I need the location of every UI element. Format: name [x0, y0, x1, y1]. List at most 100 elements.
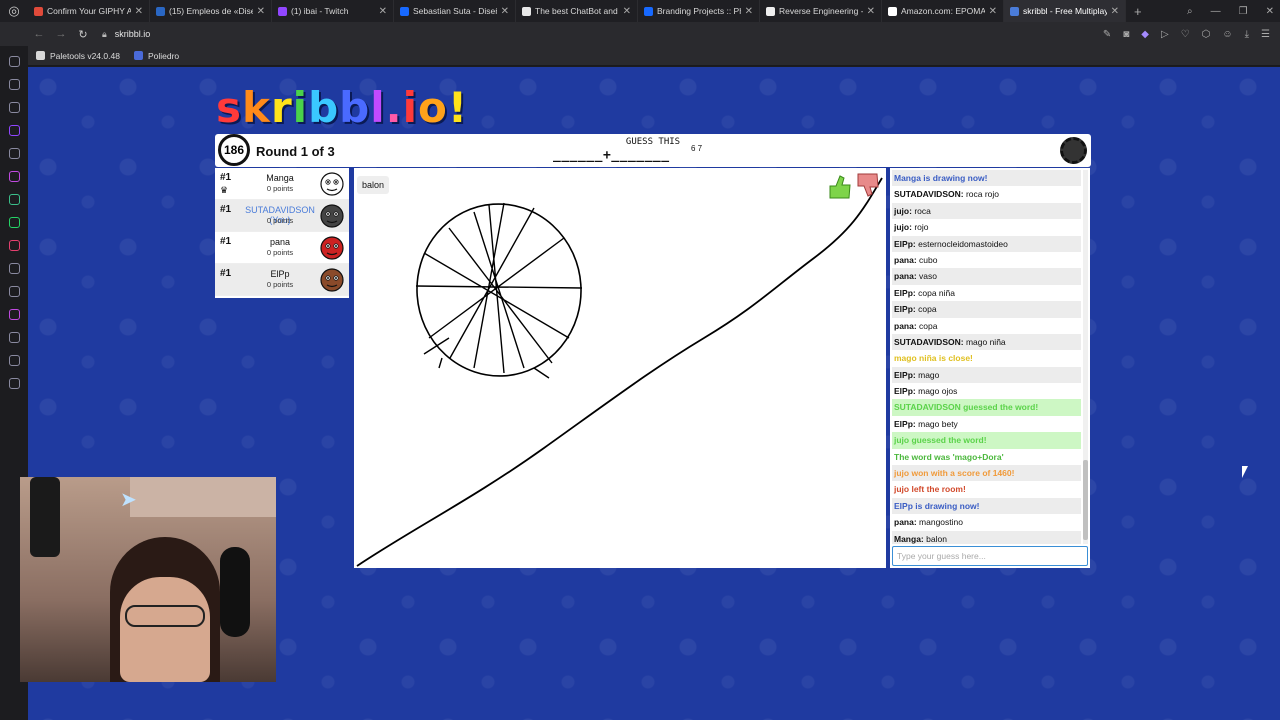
browser-tab-bar: ◎ Confirm Your GIPHY Ac ✕ (15) Empleos de … [0, 0, 1280, 22]
heart-icon[interactable]: ♡ [1181, 29, 1190, 40]
tab-favicon-icon [766, 6, 775, 16]
chatgpt-icon[interactable] [8, 194, 20, 205]
twitch-icon[interactable] [8, 125, 20, 136]
box-icon[interactable]: ⬡ [1202, 29, 1211, 40]
browser-logo-icon[interactable]: ◎ [0, 0, 28, 22]
new-tab-icon[interactable]: + [1126, 4, 1150, 19]
chat-message: SUTADAVIDSON: mago niña [892, 333, 1081, 351]
messenger-icon[interactable] [8, 148, 20, 159]
player-row[interactable]: #1 SUTADAVIDSON (You) 0 points [215, 200, 349, 232]
tab-close-icon[interactable]: ✕ [989, 6, 997, 17]
chat-username: Manga: [894, 533, 924, 544]
chat-message: SUTADAVIDSON guessed the word! [892, 399, 1081, 416]
chat-username: ElPp: [894, 386, 916, 397]
address-bar: ← → ↻ 🔒︎ skribbl.io ✎ ◙ ◆ ▷ ♡ ⬡ ☺ ⤓ ☰ [0, 22, 1280, 46]
browser-tab[interactable]: The best ChatBot and W ✕ [516, 0, 638, 22]
camera-icon[interactable]: ◙ [1123, 29, 1129, 40]
player-rank: #1 [220, 268, 232, 279]
bag-icon[interactable] [8, 102, 20, 113]
bookmarks-bar: Paletools v24.0.48 Poliedro [0, 46, 1280, 66]
chat-username: SUTADAVIDSON: [894, 336, 964, 347]
chat-message: ElPp: mago bety [892, 416, 1081, 432]
tab-close-icon[interactable]: ✕ [623, 6, 631, 17]
reload-icon[interactable]: ↻ [72, 28, 94, 41]
crown-icon: ♛ [220, 185, 229, 195]
tab-close-icon[interactable]: ✕ [1111, 6, 1119, 17]
paletools-icon [36, 51, 45, 60]
browser-tab[interactable]: (15) Empleos de «Diseñ ✕ [150, 0, 272, 22]
browser-tab[interactable]: (1) ibai - Twitch ✕ [272, 0, 394, 22]
chat-username: ElPp: [894, 304, 916, 315]
instagram-icon[interactable] [8, 240, 20, 251]
chat-username: jujo: [894, 222, 912, 233]
chat-message: jujo left the room! [892, 481, 1081, 497]
skribbl-logo: s k r i b b l. i o! [216, 83, 468, 132]
tab-close-icon[interactable]: ✕ [135, 6, 143, 17]
minimize-icon[interactable]: — [1211, 6, 1221, 17]
search-tabs-icon[interactable]: ⌕ [1187, 6, 1193, 17]
url-field[interactable]: 🔒︎ skribbl.io [102, 29, 150, 40]
tab-close-icon[interactable]: ✕ [379, 6, 387, 17]
chat-text: cubo [919, 254, 938, 265]
cube-icon[interactable] [8, 355, 20, 366]
browser-tab[interactable]: Branding Projects :: Pho ✕ [638, 0, 760, 22]
browser-tab[interactable]: Confirm Your GIPHY Ac ✕ [28, 0, 150, 22]
drawing-strokes [356, 177, 883, 567]
back-icon[interactable]: ← [28, 28, 50, 40]
shield-icon[interactable]: ◆ [1141, 29, 1149, 40]
aria-icon[interactable] [8, 171, 20, 182]
bookmark-poliedro[interactable]: Poliedro [133, 51, 179, 61]
tab-close-icon[interactable]: ✕ [745, 6, 753, 17]
chat-text: mangostino [919, 517, 963, 528]
bookmark-paletools[interactable]: Paletools v24.0.48 [36, 51, 120, 61]
chat-system-text: The word was 'mago+Dora' [894, 451, 1004, 462]
settings-icon[interactable] [8, 378, 20, 389]
chat-system-text: Manga is drawing now! [894, 173, 988, 183]
tab-close-icon[interactable]: ✕ [501, 6, 509, 17]
speed-dial-icon[interactable] [8, 79, 20, 90]
tab-close-icon[interactable]: ✕ [257, 6, 265, 17]
player-list: #1 ♛ Manga 0 points #1 SUTADAVIDSON (You) 0 po… [215, 168, 349, 298]
tab-label: Sebastian Suta - Diseñ [413, 6, 497, 16]
tab-close-icon[interactable]: ✕ [867, 6, 875, 17]
settings-gear-icon[interactable] [1060, 137, 1087, 164]
guess-input[interactable] [892, 546, 1088, 566]
drawing-canvas[interactable]: balon [354, 168, 886, 568]
browser-tab[interactable]: skribbl - Free Multiplaye ✕ [1004, 0, 1126, 22]
chat-message: jujo: roca [892, 202, 1081, 220]
chat-scrollbar[interactable] [1083, 170, 1088, 544]
player-name: ElPp [270, 269, 290, 279]
browser-tab[interactable]: Amazon.com: EPOMAKE ✕ [882, 0, 1004, 22]
x-icon[interactable] [8, 286, 20, 297]
tiktok-icon[interactable] [8, 263, 20, 274]
gamepad-icon[interactable] [8, 56, 20, 67]
history-icon[interactable] [8, 332, 20, 343]
poliedro-icon [133, 51, 143, 60]
chat-message: pana: copa [892, 318, 1081, 334]
forward-icon[interactable]: → [50, 28, 72, 40]
spotify-icon[interactable] [8, 309, 20, 320]
thumbs-down-icon[interactable] [852, 170, 882, 200]
thumbs-up-icon[interactable] [824, 172, 854, 202]
whatsapp-icon[interactable] [8, 217, 20, 228]
tab-favicon-icon [34, 6, 43, 16]
play-icon[interactable]: ▷ [1161, 29, 1169, 40]
chat-system-text: ElPp is drawing now! [894, 500, 980, 511]
download-icon[interactable]: ⤓ [1245, 29, 1249, 40]
edit-icon[interactable]: ✎ [1103, 29, 1111, 40]
close-window-icon[interactable]: ✕ [1266, 6, 1274, 17]
browser-tab[interactable]: Sebastian Suta - Diseñ ✕ [394, 0, 516, 22]
player-row[interactable]: #1 pana 0 points [215, 232, 349, 264]
player-row[interactable]: #1 ElPp 0 points [215, 264, 349, 296]
player-points: 0 points [266, 184, 294, 193]
chat-text: mago bety [918, 418, 958, 429]
profile-icon[interactable]: ☺ [1222, 29, 1232, 40]
menu-icon[interactable]: ☰ [1261, 29, 1270, 40]
maximize-icon[interactable]: ❐ [1239, 6, 1248, 17]
tab-label: Amazon.com: EPOMAKE [901, 6, 985, 16]
player-row[interactable]: #1 ♛ Manga 0 points [215, 168, 349, 200]
guess-this-label: GUESS THIS [625, 137, 681, 147]
scroll-thumb[interactable] [1083, 460, 1088, 540]
browser-tab[interactable]: Reverse Engineering - Se ✕ [760, 0, 882, 22]
window-controls: ⌕ — ❐ ✕ [1187, 0, 1274, 22]
